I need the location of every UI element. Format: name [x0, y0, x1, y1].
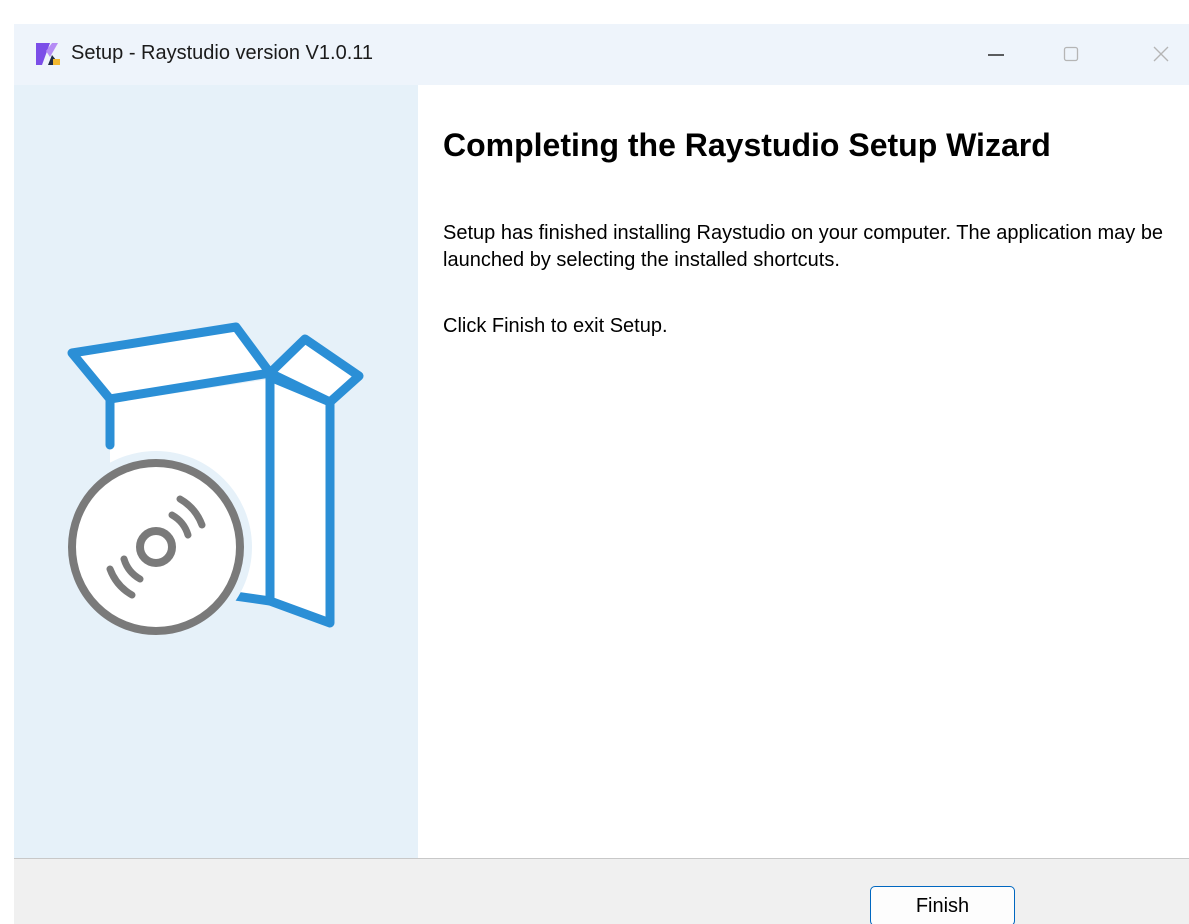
window-title: Setup - Raystudio version V1.0.11 [71, 42, 374, 64]
close-button[interactable] [1131, 24, 1189, 85]
close-icon [1153, 46, 1169, 62]
title-bar[interactable]: Setup - Raystudio version V1.0.11 [14, 24, 1189, 85]
finish-button[interactable]: Finish [870, 886, 1015, 924]
finish-instruction: Click Finish to exit Setup. [443, 315, 668, 337]
wizard-content: Completing the Raystudio Setup Wizard Se… [418, 85, 1189, 858]
wizard-footer: Finish [14, 858, 1189, 924]
minimize-icon [988, 54, 1004, 56]
minimize-button[interactable] [966, 24, 1026, 85]
box-with-disc-icon [60, 322, 364, 643]
wizard-sidebar [14, 85, 418, 858]
setup-window: Setup - Raystudio version V1.0.11 Comple… [14, 24, 1189, 924]
maximize-button[interactable] [1041, 24, 1101, 85]
raystudio-app-icon [36, 43, 60, 65]
completion-message: Setup has finished installing Raystudio … [443, 222, 1164, 271]
maximize-icon [1063, 46, 1079, 62]
page-title: Completing the Raystudio Setup Wizard [443, 127, 1051, 163]
